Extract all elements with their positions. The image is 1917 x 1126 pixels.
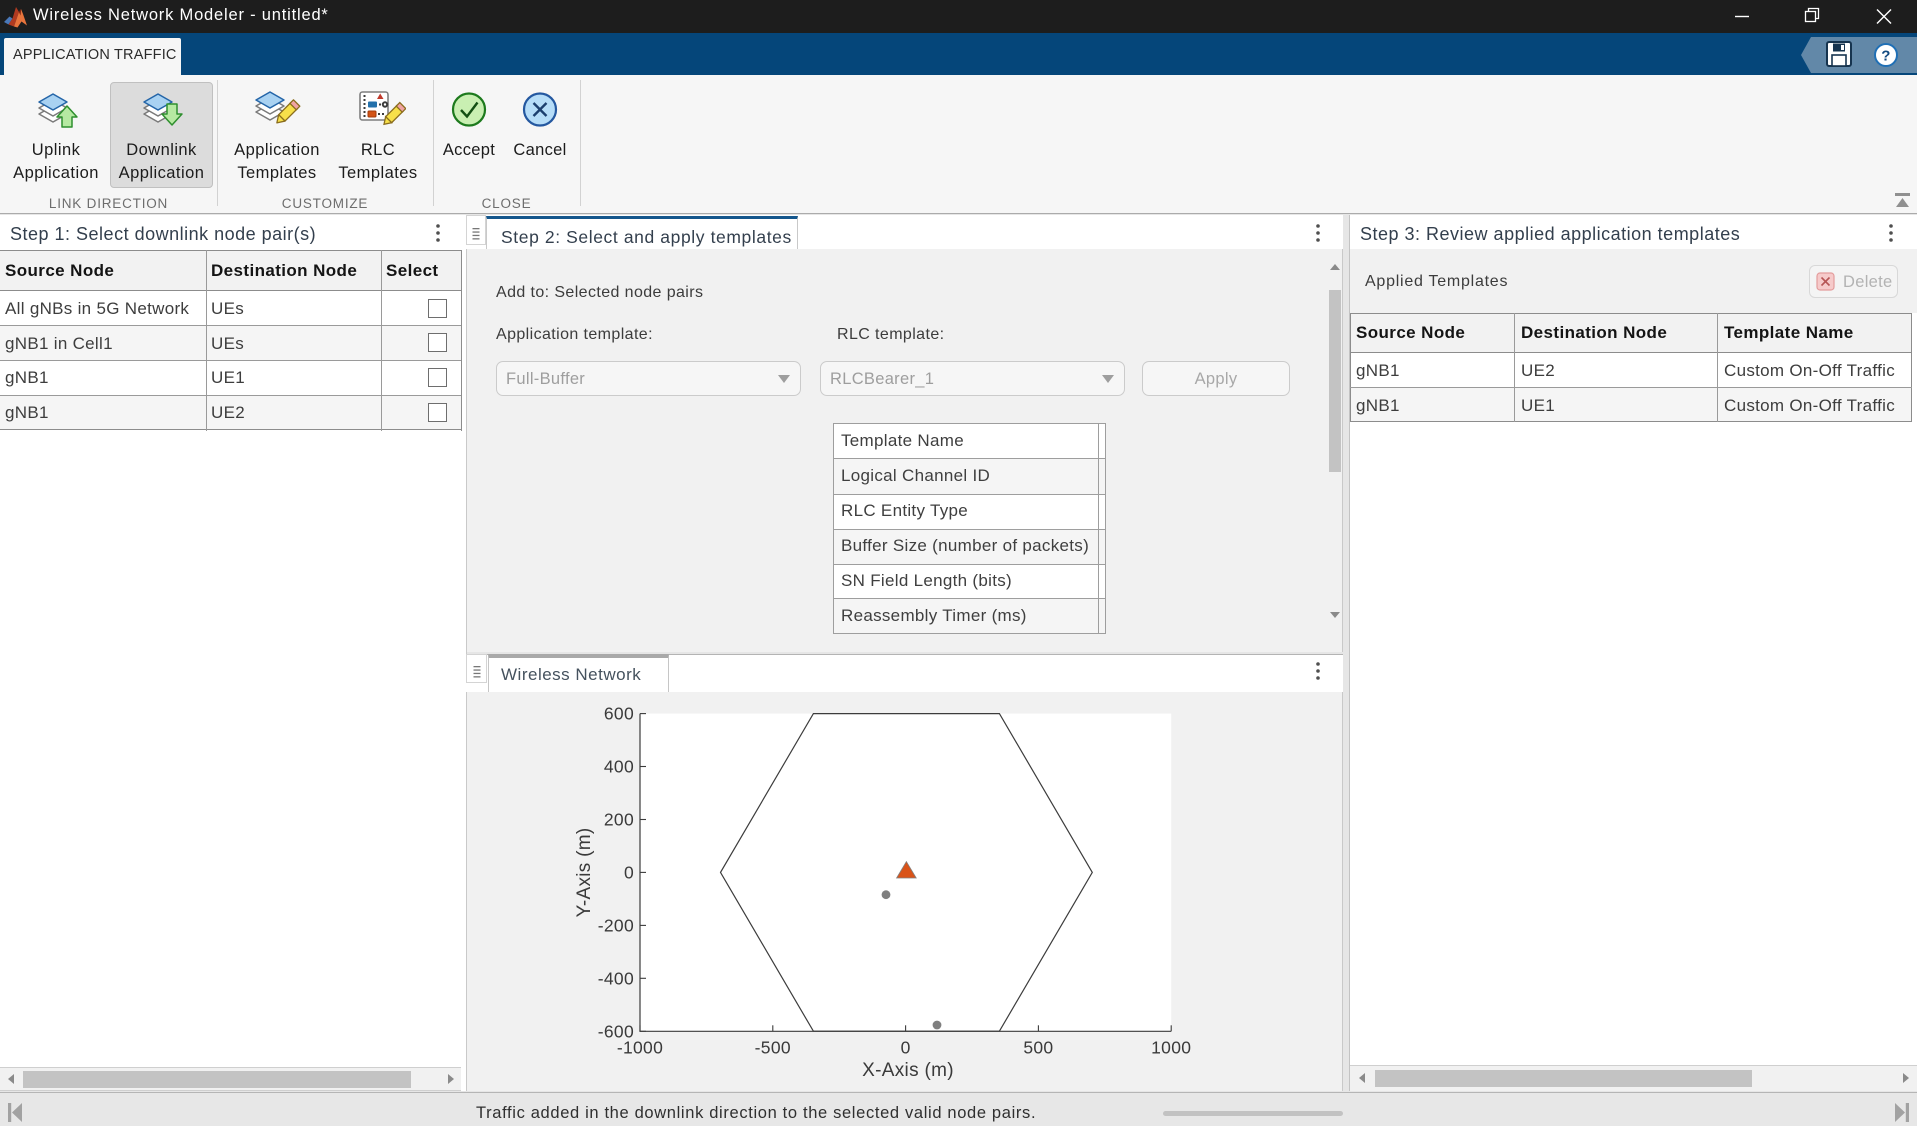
svg-text:200: 200 xyxy=(604,810,634,830)
svg-text:?: ? xyxy=(1881,48,1890,65)
svg-text:-400: -400 xyxy=(598,968,634,988)
svg-text:0: 0 xyxy=(624,862,634,882)
svg-text:500: 500 xyxy=(1023,1038,1053,1058)
svg-text:600: 600 xyxy=(604,704,634,724)
svg-text:0: 0 xyxy=(901,1038,911,1058)
svg-text:1000: 1000 xyxy=(1151,1038,1191,1058)
svg-text:400: 400 xyxy=(604,757,634,777)
svg-text:X-Axis (m): X-Axis (m) xyxy=(862,1060,954,1081)
svg-text:-1000: -1000 xyxy=(617,1038,663,1058)
svg-text:-500: -500 xyxy=(755,1038,791,1058)
svg-text:Y-Axis (m): Y-Axis (m) xyxy=(574,827,595,917)
svg-text:-200: -200 xyxy=(598,915,634,935)
